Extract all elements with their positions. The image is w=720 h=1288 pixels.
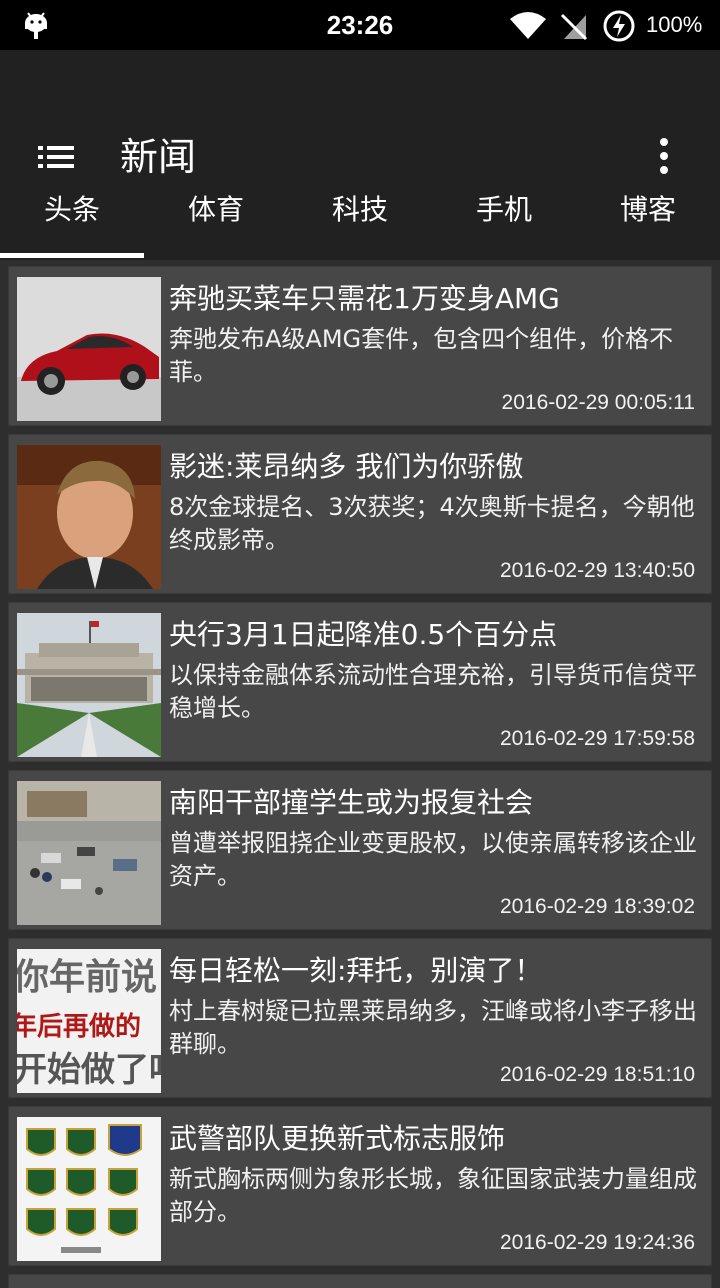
news-card[interactable]: 武警部队更换新式标志服饰 新式胸标两侧为象形长城，象征国家武装力量组成部分。 2… (8, 1106, 712, 1266)
news-card[interactable]: 南阳干部撞学生或为报复社会 曾遭举报阻挠企业变更股权，以使亲属转移该企业资产。 … (8, 770, 712, 930)
page-title: 新闻 (120, 135, 197, 179)
news-time: 2016-02-29 18:39:02 (500, 895, 695, 918)
news-title: 武警部队更换新式标志服饰 (169, 1122, 506, 1155)
bank-building-photo (17, 613, 161, 757)
poster-line-2: 年后再做的 (17, 1011, 141, 1042)
poster-line-1: 你年前说 (17, 957, 157, 998)
badges-photo (17, 1117, 161, 1261)
news-title: 央行3月1日起降准0.5个百分点 (169, 618, 558, 651)
more-vert-icon[interactable] (652, 136, 676, 176)
news-summary: 奔驰发布A级AMG套件，包含四个组件，价格不菲。 (169, 325, 674, 386)
news-card[interactable]: 你年前说 年后再做的 开始做了吗 每日轻松一刻:拜托，别演了！ 村上春树疑已拉黑… (8, 938, 712, 1098)
no-signal-icon (560, 13, 588, 41)
news-title: 每日轻松一刻:拜托，别演了！ (169, 954, 543, 987)
news-card[interactable]: 央行3月1日起降准0.5个百分点 以保持金融体系流动性合理充裕，引导货币信贷平稳… (8, 602, 712, 762)
wifi-icon (510, 12, 546, 39)
street-scene-photo (17, 781, 161, 925)
portrait-photo (17, 445, 161, 589)
battery-percent: 100% (646, 12, 703, 37)
news-title: 南阳干部撞学生或为报复社会 (169, 786, 534, 819)
text-poster-image: 你年前说 年后再做的 开始做了吗 (17, 949, 161, 1093)
news-card[interactable] (8, 1274, 712, 1288)
battery-charging-icon (603, 10, 635, 42)
status-bar: 23:26 100% (0, 0, 720, 50)
red-car-photo (17, 277, 161, 421)
news-summary: 8次金球提名、3次获奖；4次奥斯卡提名，今朝他终成影帝。 (169, 493, 695, 554)
news-summary: 曾遭举报阻挠企业变更股权，以使亲属转移该企业资产。 (169, 829, 697, 890)
news-summary: 以保持金融体系流动性合理充裕，引导货币信贷平稳增长。 (169, 661, 697, 722)
news-time: 2016-02-29 18:51:10 (500, 1063, 695, 1086)
news-time: 2016-02-29 19:24:36 (500, 1231, 695, 1254)
tab-blog[interactable]: 博客 (576, 185, 720, 260)
news-summary: 新式胸标两侧为象形长城，象征国家武装力量组成部分。 (169, 1165, 697, 1226)
news-time: 2016-02-29 13:40:50 (500, 559, 695, 582)
news-time: 2016-02-29 17:59:58 (500, 727, 695, 750)
app-bar: 新闻 头条 体育 科技 手机 博客 (0, 50, 720, 260)
category-tabs: 头条 体育 科技 手机 博客 (0, 185, 720, 260)
news-card[interactable]: 奔驰买菜车只需花1万变身AMG 奔驰发布A级AMG套件，包含四个组件，价格不菲。… (8, 266, 712, 426)
tab-headlines[interactable]: 头条 (0, 185, 144, 260)
poster-line-3: 开始做了吗 (17, 1050, 161, 1090)
tab-mobile[interactable]: 手机 (432, 185, 576, 260)
news-title: 影迷:莱昂纳多 我们为你骄傲 (169, 450, 524, 483)
list-menu-icon[interactable] (36, 140, 76, 174)
news-card[interactable]: 影迷:莱昂纳多 我们为你骄傲 8次金球提名、3次获奖；4次奥斯卡提名，今朝他终成… (8, 434, 712, 594)
news-summary: 村上春树疑已拉黑莱昂纳多，汪峰或将小李子移出群聊。 (169, 997, 697, 1058)
news-title: 奔驰买菜车只需花1万变身AMG (169, 282, 560, 315)
tab-sports[interactable]: 体育 (144, 185, 288, 260)
news-time: 2016-02-29 00:05:11 (501, 391, 695, 414)
tab-tech[interactable]: 科技 (288, 185, 432, 260)
